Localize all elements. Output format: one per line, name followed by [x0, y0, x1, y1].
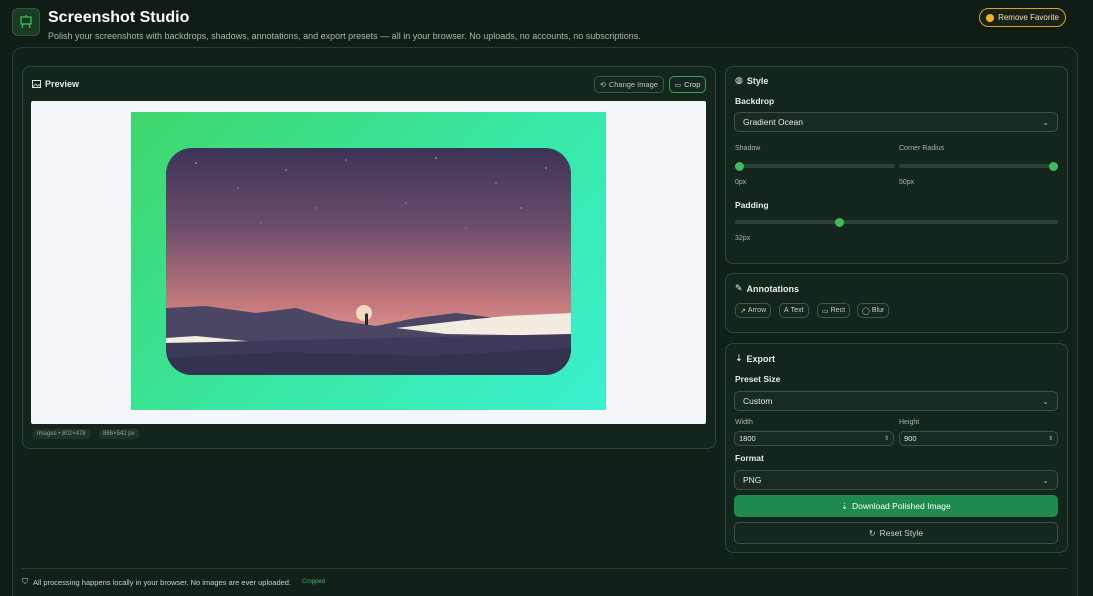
padding-slider[interactable] [735, 217, 1058, 227]
height-input[interactable]: 900 ⇕ [899, 431, 1058, 446]
width-value: 1800 [739, 434, 756, 443]
download-icon: ⇣ [841, 501, 848, 511]
status-badge: Cropped [302, 579, 326, 585]
width-input[interactable]: 1800 ⇕ [734, 431, 894, 446]
shadow-slider-thumb[interactable] [735, 161, 744, 171]
rect-icon: ▭ [822, 307, 829, 315]
annotations-panel [725, 273, 1068, 333]
format-value: PNG [743, 475, 762, 485]
image-icon [32, 80, 41, 88]
annotations-header: ✎ Annotations [735, 283, 799, 294]
crop-button[interactable]: ▭ Crop [669, 76, 706, 93]
reset-style-label: Reset Style [879, 528, 924, 538]
width-label: Width [735, 419, 753, 426]
reset-icon: ↻ [868, 528, 876, 538]
screenshot-image [166, 148, 571, 375]
easel-icon [20, 15, 32, 29]
download-button[interactable]: ⇣ Download Polished Image [734, 495, 1058, 517]
shadow-slider[interactable] [735, 161, 895, 171]
annotations-title: Annotations [746, 283, 800, 294]
backdrop-label: Backdrop [735, 96, 775, 106]
rect-tool-button[interactable]: ▭ Rect [817, 303, 851, 318]
download-label: Download Polished Image [851, 501, 951, 511]
pencil-icon: ✎ [735, 283, 743, 293]
palette-icon: ◍ [735, 75, 743, 85]
preview-title: Preview [45, 79, 80, 89]
corner-radius-label: Corner Radius [899, 145, 945, 152]
chevron-down-icon: ⌄ [1042, 396, 1049, 406]
preset-size-label: Preset Size [735, 374, 781, 384]
output-size-badge: 866×542 px [99, 429, 139, 439]
export-header: ⇣ Export [735, 353, 775, 364]
arrow-tool-label: Arrow [747, 307, 767, 314]
footer-text: All processing happens locally in your b… [33, 577, 292, 587]
blur-tool-button[interactable]: ◯ Blur [857, 303, 890, 318]
style-title: Style [746, 75, 769, 86]
app-title: Screenshot Studio [48, 9, 190, 26]
backdrop-value: Gradient Ocean [743, 117, 804, 127]
refresh-icon: ⟲ [599, 81, 606, 89]
corner-radius-slider-thumb[interactable] [1049, 161, 1058, 171]
preset-size-select[interactable]: Custom ⌄ [734, 391, 1058, 411]
export-icon: ⇣ [735, 353, 743, 363]
height-label: Height [899, 419, 920, 426]
star-icon [986, 13, 995, 22]
crop-icon: ▭ [674, 81, 682, 89]
change-image-button[interactable]: ⟲ Change Image [594, 76, 664, 93]
footer-divider [22, 568, 1067, 569]
arrow-tool-button[interactable]: ↗ Arrow [735, 303, 772, 318]
app-subtitle: Polish your screenshots with backdrops, … [48, 31, 641, 41]
app-logo [12, 8, 40, 36]
export-title: Export [746, 353, 776, 364]
text-icon: A [784, 307, 789, 314]
padding-value: 32px [735, 235, 751, 242]
shadow-value: 0px [735, 179, 747, 186]
stepper-icon[interactable]: ⇕ [1048, 435, 1053, 442]
chevron-down-icon: ⌄ [1042, 117, 1049, 127]
chevron-down-icon: ⌄ [1042, 475, 1049, 485]
padding-label: Padding [735, 200, 769, 210]
change-image-label: Change Image [608, 80, 659, 89]
footer-note: ⛉ All processing happens locally in your… [22, 577, 325, 587]
stepper-icon[interactable]: ⇕ [884, 435, 889, 442]
remove-favorite-button[interactable]: Remove Favorite [979, 8, 1066, 27]
arrow-icon: ↗ [740, 307, 746, 315]
corner-radius-value: 50px [899, 179, 915, 186]
padding-slider-thumb[interactable] [835, 217, 845, 227]
blur-tool-label: Blur [871, 307, 885, 314]
blur-icon: ◯ [862, 307, 870, 315]
remove-favorite-label: Remove Favorite [998, 13, 1059, 22]
backdrop-select[interactable]: Gradient Ocean ⌄ [734, 112, 1058, 132]
format-label: Format [735, 453, 764, 463]
reset-style-button[interactable]: ↻ Reset Style [734, 522, 1058, 544]
preset-size-value: Custom [743, 396, 773, 406]
text-tool-label: Text [790, 307, 804, 314]
preview-header: Preview [32, 79, 79, 89]
text-tool-button[interactable]: A Text [779, 303, 809, 318]
shield-icon: ⛉ [22, 577, 28, 586]
image-meta-badge: Images • 802×478 [33, 429, 90, 439]
rect-tool-label: Rect [830, 307, 846, 314]
height-value: 900 [904, 434, 917, 443]
format-select[interactable]: PNG ⌄ [734, 470, 1058, 490]
shadow-label: Shadow [735, 145, 761, 152]
style-header: ◍ Style [735, 75, 768, 86]
crop-label: Crop [684, 80, 701, 89]
corner-radius-slider[interactable] [899, 161, 1058, 171]
